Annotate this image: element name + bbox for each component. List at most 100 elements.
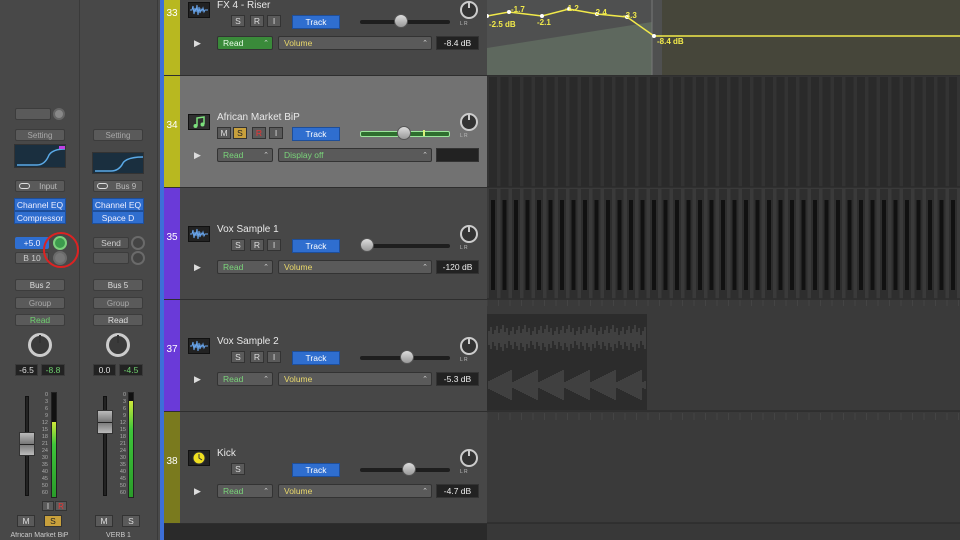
waveform-icon[interactable] xyxy=(188,2,210,18)
volume-slider[interactable] xyxy=(360,350,450,364)
automation-mode-select[interactable]: Read ⌃ xyxy=(217,148,273,162)
automation-param-select[interactable]: Volume ⌃ xyxy=(278,484,432,498)
plugin-slot-2[interactable]: Compressor xyxy=(14,211,66,224)
plugin-slot-1[interactable]: Channel EQ xyxy=(92,198,144,211)
input-monitor-button[interactable]: I xyxy=(267,239,281,251)
track-header[interactable]: 33 FX 4 - Riser SRI Track L R ▶ Read ⌃ Vo… xyxy=(164,0,487,76)
plugin-slot-1[interactable]: Channel EQ xyxy=(14,198,66,211)
mute-button[interactable]: M xyxy=(95,515,113,527)
automation-mode-select[interactable]: Read ⌃ xyxy=(217,372,273,386)
play-disclosure-icon[interactable]: ▶ xyxy=(194,486,201,497)
automation-param-select[interactable]: Volume ⌃ xyxy=(278,372,432,386)
track-header[interactable]: 37 Vox Sample 2 SRI Track L R ▶ Read ⌃ Vo… xyxy=(164,300,487,412)
send-slot-2[interactable] xyxy=(93,252,129,264)
pan-knob[interactable] xyxy=(106,333,130,357)
solo-button[interactable]: S xyxy=(122,515,140,527)
record-button[interactable]: R xyxy=(250,351,264,363)
eq-thumbnail[interactable] xyxy=(14,144,66,168)
drum-icon[interactable] xyxy=(188,450,210,466)
volume-slider[interactable] xyxy=(360,14,450,28)
pan-knob[interactable] xyxy=(28,333,52,357)
track-automation-button[interactable]: Track xyxy=(292,127,340,141)
output-slot[interactable]: Bus 5 xyxy=(93,279,143,291)
pan-knob[interactable] xyxy=(460,113,478,131)
volume-knob[interactable] xyxy=(394,14,408,28)
pan-knob[interactable] xyxy=(460,1,478,19)
volume-slider[interactable] xyxy=(360,462,450,476)
automation-value[interactable]: -120 dB xyxy=(436,260,479,274)
eq-thumbnail[interactable] xyxy=(92,152,144,174)
track-automation-button[interactable]: Track xyxy=(292,15,340,29)
peak-value[interactable]: -8.8 xyxy=(41,364,65,376)
automation-value[interactable] xyxy=(436,148,479,162)
fader-cap[interactable] xyxy=(19,432,35,456)
arrange-area[interactable]: -2.5 dB -1.7 -2.1 -1.2 -2.4 -3.3 -8.4 dB xyxy=(487,0,960,540)
play-disclosure-icon[interactable]: ▶ xyxy=(194,374,201,385)
automation-mode-select[interactable]: Read ⌃ xyxy=(217,36,273,50)
automation-mode-select[interactable]: Read ⌃ xyxy=(217,260,273,274)
output-slot[interactable]: Bus 2 xyxy=(15,279,65,291)
mute-button[interactable]: M xyxy=(17,515,35,527)
group-slot[interactable]: Group xyxy=(93,297,143,309)
track-name[interactable]: African Market BiP xyxy=(217,112,300,123)
fader-cap[interactable] xyxy=(97,410,113,434)
track-automation-button[interactable]: Track xyxy=(292,239,340,253)
play-disclosure-icon[interactable]: ▶ xyxy=(194,38,201,49)
pan-knob[interactable] xyxy=(460,449,478,467)
volume-slider[interactable] xyxy=(360,238,450,252)
setting-button[interactable]: Setting xyxy=(93,129,143,141)
record-button[interactable]: R xyxy=(55,501,67,511)
automation-mode[interactable]: Read xyxy=(93,314,143,326)
music-note-icon[interactable] xyxy=(188,114,210,130)
track-automation-button[interactable]: Track xyxy=(292,351,340,365)
automation-mode[interactable]: Read xyxy=(15,314,65,326)
input-monitor-button[interactable]: I xyxy=(267,15,281,27)
volume-slider[interactable] xyxy=(360,126,450,140)
volume-knob[interactable] xyxy=(397,126,411,140)
record-button[interactable]: R xyxy=(250,15,264,27)
track-name[interactable]: FX 4 - Riser xyxy=(217,0,270,11)
automation-value[interactable]: -5.3 dB xyxy=(436,372,479,386)
volume-knob[interactable] xyxy=(400,350,414,364)
volume-value[interactable]: -6.5 xyxy=(15,364,38,376)
waveform-icon[interactable] xyxy=(188,338,210,354)
solo-button[interactable]: S xyxy=(231,463,245,475)
send-slot[interactable]: Send xyxy=(93,237,129,249)
solo-button[interactable]: S xyxy=(44,515,62,527)
peak-value[interactable]: -4.5 xyxy=(119,364,143,376)
automation-value[interactable]: -8.4 dB xyxy=(436,36,479,50)
play-disclosure-icon[interactable]: ▶ xyxy=(194,150,201,161)
input-monitor-button[interactable]: I xyxy=(269,127,283,139)
automation-value[interactable]: -4.7 dB xyxy=(436,484,479,498)
track-name[interactable]: Vox Sample 1 xyxy=(217,224,279,235)
automation-param-select[interactable]: Volume ⌃ xyxy=(278,36,432,50)
automation-mode-select[interactable]: Read ⌃ xyxy=(217,484,273,498)
plugin-slot-2[interactable]: Space D xyxy=(92,211,144,224)
record-button[interactable]: R xyxy=(250,239,264,251)
solo-button[interactable]: S xyxy=(231,239,245,251)
solo-button[interactable]: S xyxy=(231,351,245,363)
input-monitor-button[interactable]: I xyxy=(42,501,54,511)
track-header[interactable]: 38 Kick S Track L R ▶ Read ⌃ Volume ⌃ -4.7… xyxy=(164,412,487,524)
pan-knob[interactable] xyxy=(460,337,478,355)
record-button[interactable]: R xyxy=(252,127,266,139)
automation-param-select[interactable]: Display off ⌃ xyxy=(278,148,432,162)
play-disclosure-icon[interactable]: ▶ xyxy=(194,262,201,273)
solo-button[interactable]: S xyxy=(233,127,247,139)
send-knob-2[interactable] xyxy=(131,251,145,265)
track-automation-button[interactable]: Track xyxy=(292,463,340,477)
mute-button[interactable]: M xyxy=(217,127,231,139)
input-format-field[interactable] xyxy=(15,108,51,120)
track-name[interactable]: Kick xyxy=(217,448,236,459)
setting-button[interactable]: Setting xyxy=(15,129,65,141)
volume-value[interactable]: 0.0 xyxy=(93,364,116,376)
track-name[interactable]: Vox Sample 2 xyxy=(217,336,279,347)
volume-knob[interactable] xyxy=(402,462,416,476)
input-slot[interactable]: Input xyxy=(15,180,65,192)
send-knob[interactable] xyxy=(131,236,145,250)
gain-knob[interactable] xyxy=(53,108,65,120)
pan-knob[interactable] xyxy=(460,225,478,243)
automation-param-select[interactable]: Volume ⌃ xyxy=(278,260,432,274)
track-header[interactable]: 34 African Market BiP MSRI Track L R ▶ R… xyxy=(164,76,487,188)
input-monitor-button[interactable]: I xyxy=(267,351,281,363)
